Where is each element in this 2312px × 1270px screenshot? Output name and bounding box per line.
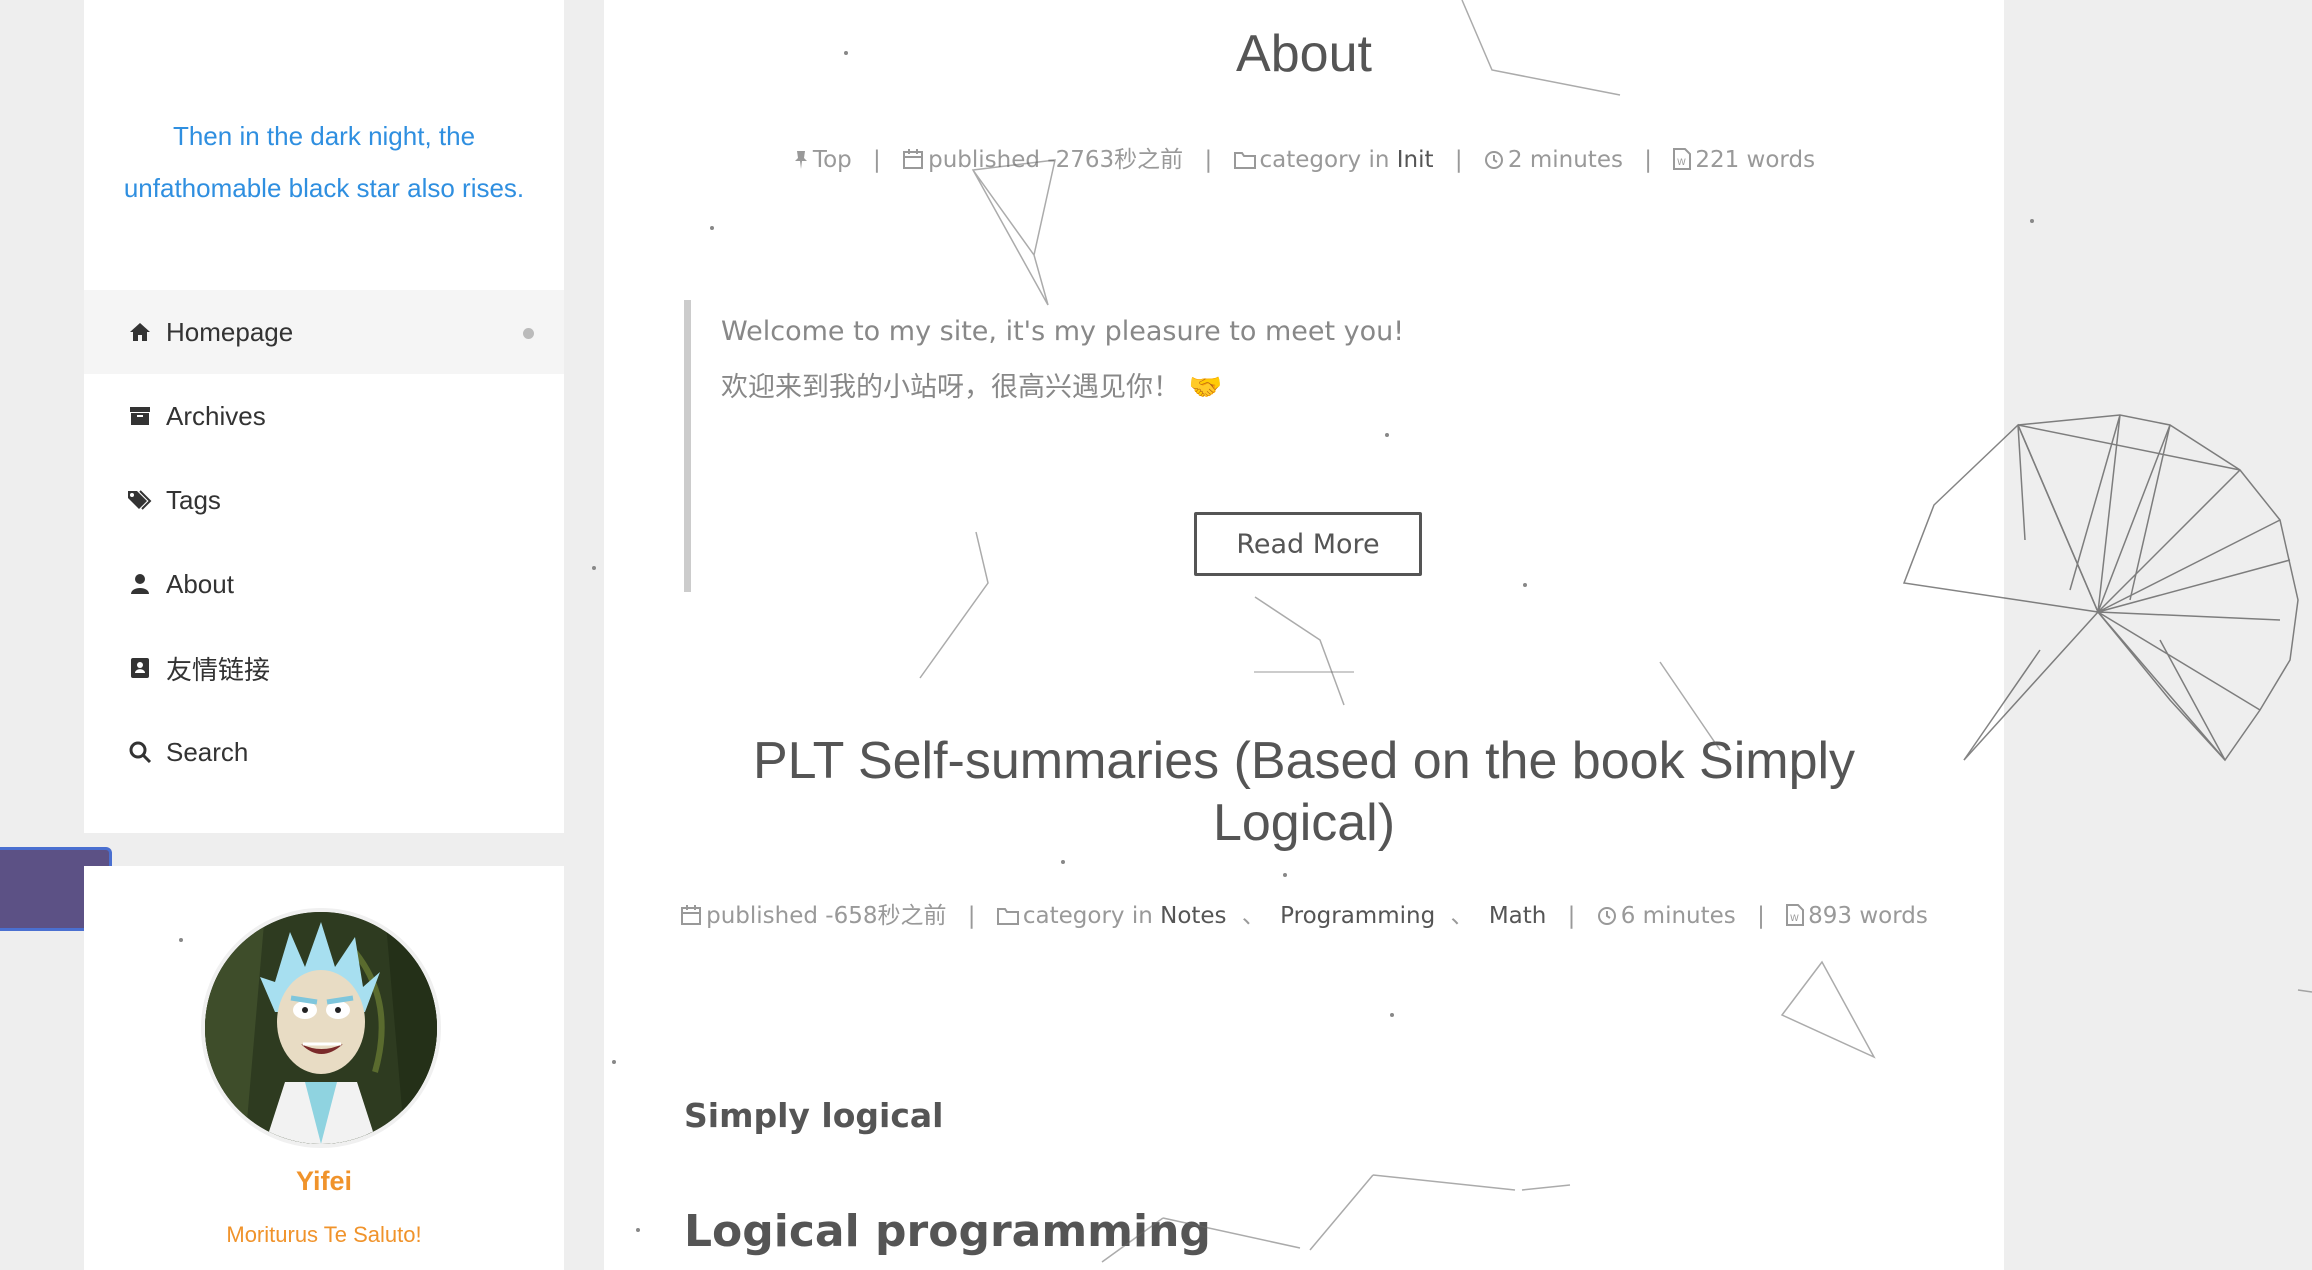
post-heading-simply-logical: Simply logical [684,1096,944,1135]
excerpt-line-zh: 欢迎来到我的小站呀，很高兴遇见你！ 🤝 [721,360,1484,416]
tags-icon [126,486,154,514]
user-icon [126,570,154,598]
excerpt-line-en: Welcome to my site, it's my pleasure to … [721,316,1405,347]
category-separator: 、 [1450,903,1474,929]
address-book-icon [126,654,154,682]
menu-item-label: 友情链接 [166,654,271,685]
word-file-icon: W [1786,903,1808,929]
post-title-line2: Logical) [1212,794,1396,852]
post-meta-plt: published -658秒之前 | category in Notes 、 … [604,896,2004,930]
read-more-button[interactable]: Read More [1194,512,1422,576]
svg-text:W: W [1790,914,1799,924]
menu-item-label: About [166,568,234,599]
active-indicator-dot [523,328,534,339]
reading-time: 2 minutes [1507,147,1623,173]
category-prefix: category in [1022,903,1153,929]
word-file-icon: W [1673,147,1695,173]
category-link-notes[interactable]: Notes [1160,903,1226,929]
author-motto: Moriturus Te Saluto! [226,1222,422,1247]
menu-item-label: Archives [166,400,266,431]
menu-item-tags[interactable]: Tags [84,458,564,542]
author-name: Yifei [295,1166,353,1196]
post-divider [1254,671,1354,673]
sidebar-menu: Homepage Archives Tags About 友情链接 Search [84,290,564,794]
menu-item-label: Tags [166,484,221,515]
word-count: 893 words [1808,903,1928,929]
sidebar-header: Then in the dark night, the unfathomable… [84,0,564,833]
menu-item-homepage[interactable]: Homepage [84,290,564,374]
category-link-programming[interactable]: Programming [1280,903,1435,929]
post-title-about[interactable]: About [604,22,2004,86]
menu-item-search[interactable]: Search [84,710,564,794]
menu-item-about[interactable]: About [84,542,564,626]
archive-icon [126,402,154,430]
main-content: About Top | published -2763秒之前 | categor… [604,0,2004,1270]
site-subtitle-line2: unfathomable black star also rises. [123,173,525,203]
clock-icon [1484,147,1508,173]
site-subtitle: Then in the dark night, the unfathomable… [84,110,564,214]
search-icon [126,738,154,766]
published-date: published -658秒之前 [706,903,947,929]
menu-item-label: Homepage [166,316,294,347]
category-link-math[interactable]: Math [1489,903,1547,929]
post-title-plt[interactable]: PLT Self-summaries (Based on the book Si… [604,730,2004,854]
menu-item-label: Search [166,736,249,767]
handshake-emoji: 🤝 [1188,372,1223,403]
clock-icon [1597,903,1621,929]
folder-icon [996,903,1023,929]
author-card: Yifei Moriturus Te Saluto! [84,866,564,1270]
pinned-label: Top [812,147,852,173]
post-meta-about: Top | published -2763秒之前 | category in I… [604,140,2004,174]
calendar-icon [902,147,928,173]
category-link[interactable]: Init [1397,147,1434,173]
menu-item-archives[interactable]: Archives [84,374,564,458]
menu-item-friends[interactable]: 友情链接 [84,626,564,710]
excerpt-line-zh-text: 欢迎来到我的小站呀，很高兴遇见你！ [721,372,1180,403]
post-title-line1: PLT Self-summaries (Based on the book Si… [752,732,1856,790]
word-count: 221 words [1695,147,1816,173]
site-subtitle-line1: Then in the dark night, the [172,121,476,151]
post-heading-logical-programming: Logical programming [684,1206,1211,1257]
pin-icon [793,147,813,173]
reading-time: 6 minutes [1620,903,1736,929]
published-date: published -2763秒之前 [928,147,1184,173]
author-avatar[interactable] [201,908,441,1148]
svg-text:W: W [1677,158,1686,168]
category-separator: 、 [1241,903,1265,929]
category-prefix: category in [1259,147,1390,173]
home-icon [126,318,154,346]
folder-icon [1233,147,1260,173]
calendar-icon [680,903,706,929]
